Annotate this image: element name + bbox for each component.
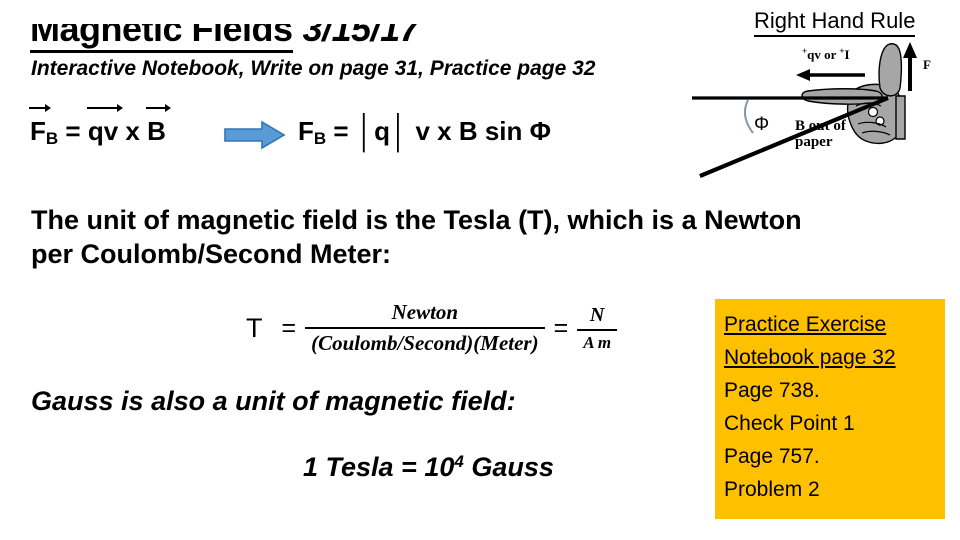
equals-sign-1: = bbox=[281, 313, 297, 342]
page-title: Magnetic Fields 3/15/17 bbox=[30, 24, 500, 58]
right-block-arrow-icon bbox=[224, 120, 286, 150]
fraction-units-long: Newton (Coulomb/Second)(Meter) bbox=[305, 300, 545, 356]
current-label: +qv or +I bbox=[802, 46, 850, 62]
body-paragraph: The unit of magnetic field is the Tesla … bbox=[31, 205, 802, 269]
vector-b: B bbox=[146, 104, 171, 146]
equals-sign: = bbox=[65, 116, 81, 146]
page-title-date: 3/15/17 bbox=[302, 24, 420, 49]
practice-line: Practice Exercise bbox=[724, 313, 887, 336]
page-title-text: Magnetic Fields bbox=[30, 24, 293, 53]
symbol-q: q bbox=[374, 116, 390, 146]
gauss-statement: Gauss is also a unit of magnetic field: bbox=[31, 386, 516, 416]
field-label-line2: paper bbox=[795, 134, 833, 150]
formula-force-magnitude: FB = │q│ v x B sin Φ bbox=[298, 112, 551, 154]
vector-f: F bbox=[29, 104, 51, 146]
cross-product-sign: x bbox=[125, 116, 140, 146]
fraction-numerator: Newton bbox=[391, 300, 459, 324]
practice-line: Page 757. bbox=[724, 445, 820, 468]
practice-line: Check Point 1 bbox=[724, 412, 855, 435]
right-hand-rule-diagram: Φ +qv or +I F B out of paper bbox=[692, 42, 931, 178]
equals-sign: = bbox=[333, 116, 349, 146]
equals-sign-2: = bbox=[553, 313, 569, 342]
fraction-units-short: N A m bbox=[577, 303, 618, 353]
practice-line: Problem 2 bbox=[724, 478, 820, 501]
tesla-symbol: T bbox=[246, 312, 263, 343]
practice-exercise-box: Practice Exercise Notebook page 32 Page … bbox=[715, 299, 945, 519]
subscript-b: B bbox=[313, 129, 327, 148]
abs-bar-close: │ bbox=[390, 112, 408, 150]
gauss-equation: 1 Tesla = 104 Gauss bbox=[303, 452, 554, 483]
right-hand-rule-title: Right Hand Rule bbox=[754, 8, 916, 37]
fraction-denominator: A m bbox=[577, 328, 618, 353]
gauss-equation-prefix: 1 Tesla = 10 bbox=[303, 452, 455, 482]
practice-line: Notebook page 32 bbox=[724, 346, 896, 369]
force-label: F bbox=[923, 57, 931, 72]
subscript-b: B bbox=[45, 129, 59, 148]
formula-row: FB = qv x B FB = │q│ v x B sin Φ bbox=[29, 104, 670, 160]
vector-qv: qv bbox=[86, 104, 124, 146]
current-arrow bbox=[796, 69, 865, 81]
force-arrow bbox=[903, 42, 917, 91]
practice-line: Page 738. bbox=[724, 379, 820, 402]
gauss-equation-suffix: Gauss bbox=[463, 452, 554, 482]
fraction-numerator: N bbox=[589, 303, 605, 326]
symbol-f: F bbox=[298, 116, 314, 146]
abs-bar-open: │ bbox=[356, 112, 374, 150]
angle-label: Φ bbox=[754, 114, 769, 135]
formula-tail: v x B sin Φ bbox=[415, 116, 551, 146]
angle-arc bbox=[743, 99, 754, 134]
tesla-equation: T = Newton (Coulomb/Second)(Meter) = N A… bbox=[246, 300, 618, 356]
page-subtitle: Interactive Notebook, Write on page 31, … bbox=[31, 57, 596, 80]
gauss-equation-exponent: 4 bbox=[454, 452, 464, 471]
formula-force-vector: FB = qv x B bbox=[29, 104, 171, 154]
fraction-denominator: (Coulomb/Second)(Meter) bbox=[305, 327, 545, 356]
